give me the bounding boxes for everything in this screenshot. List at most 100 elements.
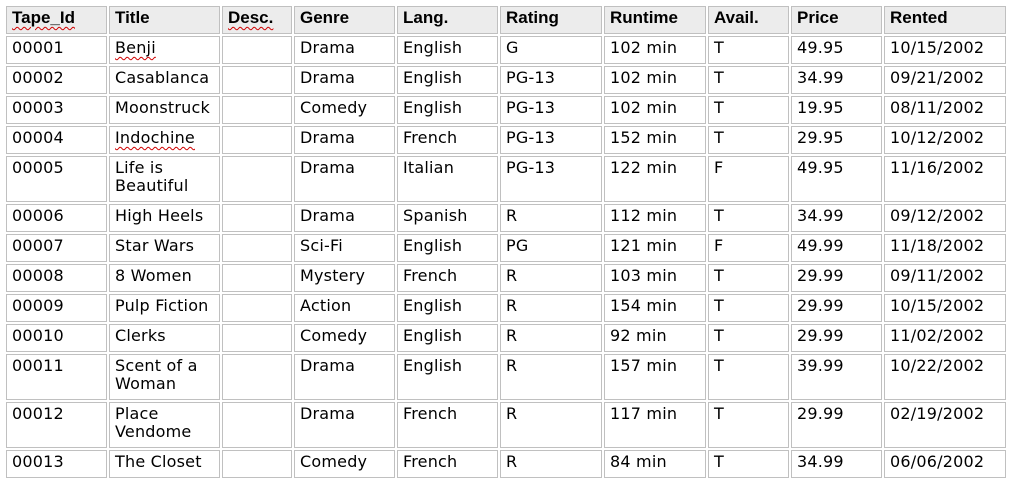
cell-desc xyxy=(222,156,292,202)
table-row: 00003 Moonstruck Comedy English PG-13 102 min… xyxy=(6,96,1006,124)
table-row: 00008 8 Women Mystery French R 103 min T 29.99 0… xyxy=(6,264,1006,292)
cell-rented: 08/11/2002 xyxy=(884,96,1006,124)
cell-runtime: 102 min xyxy=(604,36,706,64)
cell-tape-id: 00010 xyxy=(6,324,107,352)
cell-avail: T xyxy=(708,126,789,154)
cell-avail: F xyxy=(708,234,789,262)
cell-rating: R xyxy=(500,450,602,478)
cell-tape-id: 00007 xyxy=(6,234,107,262)
header-label: Desc. xyxy=(228,8,274,27)
table-row: 00011 Scent of a Woman Drama English R 157 mi… xyxy=(6,354,1006,400)
cell-avail: T xyxy=(708,354,789,400)
cell-tape-id: 00008 xyxy=(6,264,107,292)
cell-runtime: 84 min xyxy=(604,450,706,478)
cell-tape-id: 00004 xyxy=(6,126,107,154)
table-row: 00007 Star Wars Sci-Fi English PG 121 min F 49.… xyxy=(6,234,1006,262)
table-row: 00001 Benji Drama English G 102 min T 49.95 10/1… xyxy=(6,36,1006,64)
cell-desc xyxy=(222,354,292,400)
cell-lang: French xyxy=(397,126,498,154)
cell-title: Life is Beautiful xyxy=(109,156,220,202)
cell-desc xyxy=(222,204,292,232)
cell-genre: Mystery xyxy=(294,264,395,292)
cell-genre: Drama xyxy=(294,354,395,400)
header-rating: Rating xyxy=(500,6,602,34)
cell-runtime: 121 min xyxy=(604,234,706,262)
cell-runtime: 157 min xyxy=(604,354,706,400)
cell-avail: T xyxy=(708,264,789,292)
cell-tape-id: 00012 xyxy=(6,402,107,448)
header-avail: Avail. xyxy=(708,6,789,34)
cell-runtime: 103 min xyxy=(604,264,706,292)
cell-rating: PG-13 xyxy=(500,66,602,94)
cell-desc xyxy=(222,450,292,478)
cell-avail: T xyxy=(708,324,789,352)
cell-rating: R xyxy=(500,264,602,292)
cell-desc xyxy=(222,264,292,292)
header-genre: Genre xyxy=(294,6,395,34)
cell-runtime: 92 min xyxy=(604,324,706,352)
cell-lang: English xyxy=(397,324,498,352)
cell-price: 49.95 xyxy=(791,156,882,202)
cell-avail: T xyxy=(708,36,789,64)
table-row: 00005 Life is Beautiful Drama Italian PG-13 1… xyxy=(6,156,1006,202)
cell-desc xyxy=(222,96,292,124)
cell-lang: English xyxy=(397,234,498,262)
cell-tape-id: 00009 xyxy=(6,294,107,322)
cell-genre: Drama xyxy=(294,204,395,232)
cell-runtime: 102 min xyxy=(604,66,706,94)
table-body: 00001 Benji Drama English G 102 min T 49.95 10/1… xyxy=(6,36,1006,478)
cell-desc xyxy=(222,234,292,262)
cell-price: 39.99 xyxy=(791,354,882,400)
cell-rented: 11/02/2002 xyxy=(884,324,1006,352)
cell-rented: 02/19/2002 xyxy=(884,402,1006,448)
cell-lang: Spanish xyxy=(397,204,498,232)
table-row: 00010 Clerks Comedy English R 92 min T 29.99 11/… xyxy=(6,324,1006,352)
table-row: 00012 Place Vendome Drama French R 117 min T 29… xyxy=(6,402,1006,448)
cell-avail: T xyxy=(708,96,789,124)
cell-title: Place Vendome xyxy=(109,402,220,448)
cell-genre: Comedy xyxy=(294,450,395,478)
cell-rating: PG xyxy=(500,234,602,262)
cell-runtime: 152 min xyxy=(604,126,706,154)
cell-tape-id: 00005 xyxy=(6,156,107,202)
cell-desc xyxy=(222,402,292,448)
cell-tape-id: 00003 xyxy=(6,96,107,124)
table-row: 00013 The Closet Comedy French R 84 min T 34.99… xyxy=(6,450,1006,478)
cell-genre: Drama xyxy=(294,126,395,154)
header-tape-id: Tape_Id xyxy=(6,6,107,34)
table-header: Tape_Id Title Desc. Genre Lang. Rating R… xyxy=(6,6,1006,34)
cell-title: 8 Women xyxy=(109,264,220,292)
cell-rating: R xyxy=(500,294,602,322)
cell-desc xyxy=(222,324,292,352)
cell-text: Benji xyxy=(115,38,156,57)
cell-price: 19.95 xyxy=(791,96,882,124)
cell-rating: PG-13 xyxy=(500,156,602,202)
cell-genre: Drama xyxy=(294,36,395,64)
cell-price: 34.99 xyxy=(791,204,882,232)
header-lang: Lang. xyxy=(397,6,498,34)
cell-lang: English xyxy=(397,354,498,400)
cell-title: High Heels xyxy=(109,204,220,232)
cell-price: 29.95 xyxy=(791,126,882,154)
cell-avail: T xyxy=(708,66,789,94)
cell-rating: R xyxy=(500,204,602,232)
cell-genre: Comedy xyxy=(294,324,395,352)
header-price: Price xyxy=(791,6,882,34)
cell-rating: R xyxy=(500,402,602,448)
cell-lang: French xyxy=(397,264,498,292)
cell-tape-id: 00011 xyxy=(6,354,107,400)
cell-desc xyxy=(222,66,292,94)
cell-lang: French xyxy=(397,402,498,448)
cell-rented: 09/21/2002 xyxy=(884,66,1006,94)
cell-lang: English xyxy=(397,66,498,94)
cell-rented: 10/22/2002 xyxy=(884,354,1006,400)
cell-rented: 11/18/2002 xyxy=(884,234,1006,262)
header-runtime: Runtime xyxy=(604,6,706,34)
cell-rented: 09/12/2002 xyxy=(884,204,1006,232)
cell-price: 29.99 xyxy=(791,402,882,448)
cell-genre: Drama xyxy=(294,156,395,202)
cell-rented: 10/12/2002 xyxy=(884,126,1006,154)
cell-rented: 10/15/2002 xyxy=(884,294,1006,322)
cell-lang: English xyxy=(397,36,498,64)
cell-title: Indochine xyxy=(109,126,220,154)
